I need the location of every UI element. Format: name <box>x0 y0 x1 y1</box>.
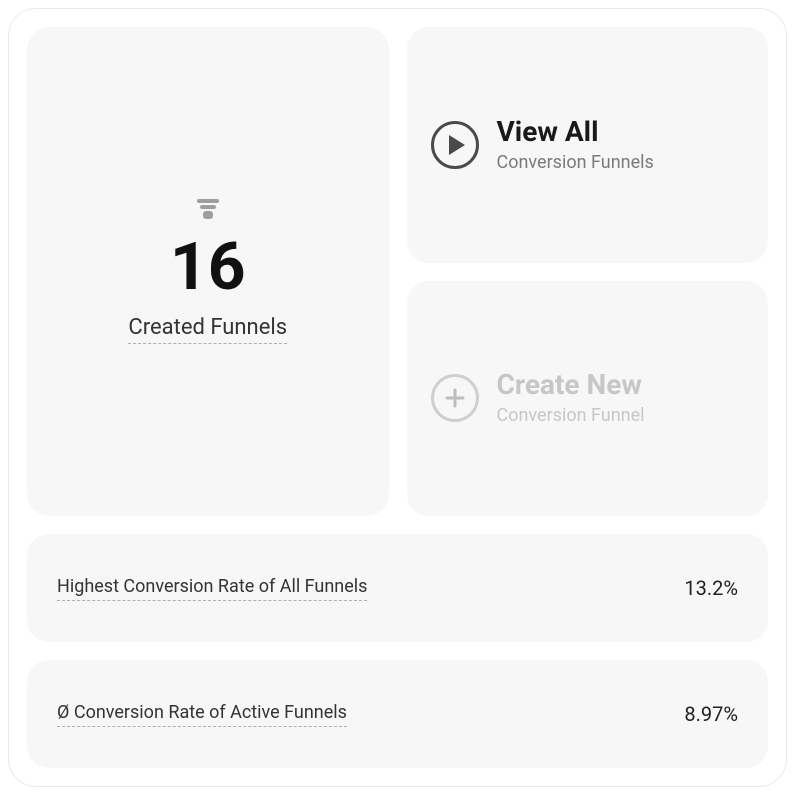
view-all-funnels-button[interactable]: View All Conversion Funnels <box>407 27 769 263</box>
play-icon <box>431 121 479 169</box>
created-funnels-card: 16 Created Funnels <box>27 27 389 516</box>
funnels-count: 16 <box>170 235 246 301</box>
avg-conversion-value: 8.97% <box>684 702 738 726</box>
dashboard-panel: 16 Created Funnels View All Conversion F… <box>8 8 787 787</box>
avg-conversion-label: Ø Conversion Rate of Active Funnels <box>57 702 347 727</box>
avg-conversion-card: Ø Conversion Rate of Active Funnels 8.97… <box>27 660 768 768</box>
highest-conversion-label: Highest Conversion Rate of All Funnels <box>57 576 367 601</box>
actions-column: View All Conversion Funnels Create New C… <box>407 27 769 516</box>
view-all-text: View All Conversion Funnels <box>497 117 654 173</box>
create-new-title: Create New <box>497 370 645 401</box>
create-funnel-button[interactable]: Create New Conversion Funnel <box>407 281 769 517</box>
funnel-icon <box>196 199 220 221</box>
view-all-subtitle: Conversion Funnels <box>497 152 654 173</box>
highest-conversion-value: 13.2% <box>684 576 738 600</box>
view-all-title: View All <box>497 117 654 148</box>
create-new-text: Create New Conversion Funnel <box>497 370 645 426</box>
highest-conversion-card: Highest Conversion Rate of All Funnels 1… <box>27 534 768 642</box>
create-new-subtitle: Conversion Funnel <box>497 405 645 426</box>
plus-icon <box>431 374 479 422</box>
top-row: 16 Created Funnels View All Conversion F… <box>27 27 768 516</box>
funnels-count-label: Created Funnels <box>128 315 287 344</box>
